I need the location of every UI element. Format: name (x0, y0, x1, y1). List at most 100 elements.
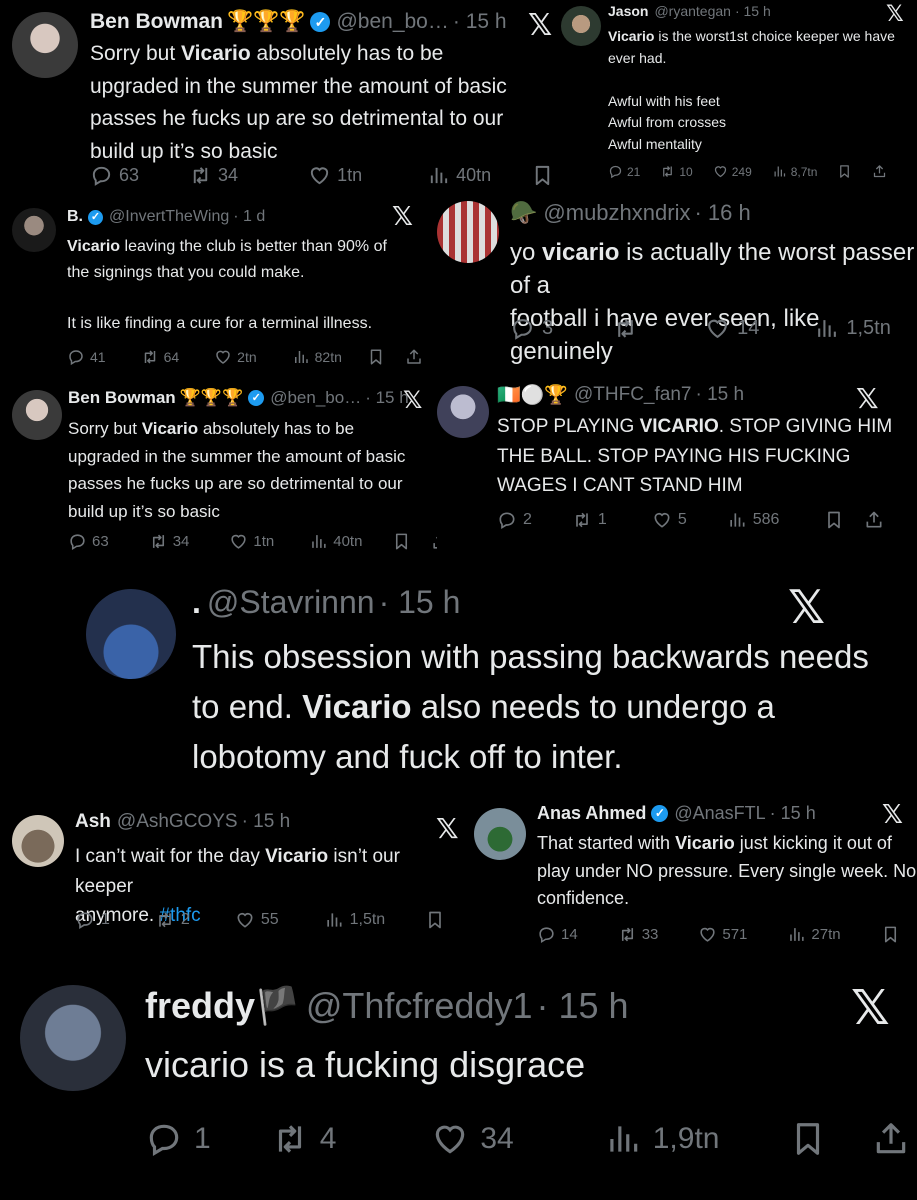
avatar[interactable] (437, 386, 489, 438)
timestamp[interactable]: · 15 h (695, 384, 744, 406)
avatar[interactable] (561, 6, 601, 46)
reply-button[interactable]: 41 (67, 348, 106, 366)
avatar[interactable] (437, 201, 499, 263)
reply-icon (497, 510, 517, 530)
repost-button[interactable]: 33 (618, 925, 658, 944)
display-name[interactable]: Ben Bowman (90, 10, 223, 34)
reposts-count: 4 (319, 1122, 337, 1155)
views-button[interactable]: 1,9tn (604, 1120, 719, 1158)
user-handle[interactable]: @ryantegan (654, 3, 730, 19)
share-button[interactable] (872, 164, 887, 179)
like-button[interactable]: 1tn (308, 164, 362, 187)
timestamp[interactable]: · 15 h (242, 811, 291, 833)
like-button[interactable]: 571 (698, 925, 747, 944)
bookmark-button[interactable] (824, 510, 844, 530)
repost-button[interactable]: 4 (271, 1120, 337, 1158)
user-handle[interactable]: @THFC_fan7 (574, 384, 692, 406)
avatar[interactable] (12, 390, 62, 440)
display-name[interactable]: Ben Bowman (68, 388, 176, 408)
like-button[interactable]: 5 (652, 510, 687, 530)
display-name[interactable]: freddy🏴 (145, 985, 300, 1027)
avatar[interactable] (12, 12, 78, 78)
bookmark-button[interactable] (425, 910, 445, 930)
timestamp[interactable]: · 15 h (735, 3, 771, 19)
tweet-text-line: vicario is a fucking disgrace (145, 1044, 586, 1085)
share-button[interactable] (405, 348, 423, 366)
user-handle[interactable]: @mubzhxndrix (543, 200, 690, 226)
tweet-text-line: upgraded in the summer the amount of bas… (90, 74, 507, 98)
reply-button[interactable]: 14 (537, 925, 578, 944)
views-button[interactable]: 82tn (292, 348, 342, 366)
timestamp[interactable]: · 15 h (537, 985, 629, 1027)
likes-count: 1tn (337, 165, 363, 185)
reply-button[interactable]: 21 (608, 164, 640, 179)
repost-button[interactable]: 34 (189, 164, 238, 187)
views-button[interactable]: 8,7tn (772, 164, 817, 179)
avatar[interactable] (474, 808, 526, 860)
repost-button[interactable]: 64 (141, 348, 179, 366)
like-button[interactable]: 1tn (229, 532, 274, 551)
repost-button[interactable]: 1 (572, 510, 607, 530)
bookmark-button[interactable] (881, 925, 900, 944)
bookmark-icon (881, 925, 900, 944)
user-handle[interactable]: @Thfcfreddy1 (306, 985, 533, 1027)
like-button[interactable]: 34 (431, 1120, 514, 1158)
views-button[interactable]: 27tn (787, 925, 841, 944)
user-handle[interactable]: @Stavrinnn (207, 584, 375, 621)
views-button[interactable]: 1,5tn (324, 910, 385, 930)
display-name[interactable]: 🇮🇪⚪🏆 (497, 383, 568, 407)
display-name[interactable]: Jason (608, 3, 648, 19)
timestamp[interactable]: · 15 h (453, 10, 507, 34)
user-handle[interactable]: @InvertTheWing (109, 208, 229, 226)
share-button[interactable] (864, 510, 884, 530)
like-button[interactable]: 249 (713, 164, 752, 179)
display-name[interactable]: B. (67, 208, 83, 226)
timestamp[interactable]: · 16 h (694, 200, 750, 226)
user-handle[interactable]: @ben_bo… (336, 10, 448, 34)
bookmark-button[interactable] (837, 164, 852, 179)
bookmark-button[interactable] (789, 1120, 827, 1158)
reply-icon (145, 1120, 183, 1158)
timestamp[interactable]: · 1 d (233, 208, 265, 226)
repost-button[interactable]: 10 (660, 164, 693, 179)
like-button[interactable]: 2tn (214, 348, 257, 366)
user-handle[interactable]: @ben_bo… (270, 388, 361, 408)
repost-button[interactable]: 34 (149, 532, 189, 551)
replies-count: 3 (542, 317, 554, 339)
tweet-text-line: Awful from crosses (608, 114, 726, 130)
views-button[interactable]: 40tn (427, 164, 491, 187)
display-name[interactable]: . (192, 584, 201, 621)
avatar[interactable] (12, 208, 56, 252)
bookmark-icon (531, 164, 554, 187)
avatar[interactable] (86, 589, 176, 679)
bookmark-button[interactable] (392, 532, 411, 551)
reply-button[interactable]: 63 (68, 532, 109, 551)
display-name[interactable]: 🪖 (510, 200, 537, 226)
display-name[interactable]: Ash (75, 811, 111, 833)
like-button[interactable]: 14 (705, 316, 759, 341)
reply-button[interactable]: 1 (145, 1120, 211, 1158)
reply-button[interactable]: 2 (497, 510, 532, 530)
share-button[interactable] (872, 1120, 910, 1158)
views-button[interactable]: 1,5tn (814, 316, 891, 341)
reply-button[interactable]: 1 (75, 910, 110, 930)
bookmark-button[interactable] (367, 348, 385, 366)
reply-button[interactable]: 63 (90, 164, 139, 187)
like-button[interactable]: 55 (235, 910, 279, 930)
repost-button[interactable] (613, 316, 645, 341)
user-handle[interactable]: @AnasFTL (674, 803, 765, 824)
display-name[interactable]: Anas Ahmed (537, 803, 646, 824)
tweet-actions: 63 34 1tn 40tn (68, 532, 437, 551)
bookmark-button[interactable] (531, 164, 554, 187)
repost-button[interactable]: 2 (155, 910, 190, 930)
avatar[interactable] (12, 815, 64, 867)
tweet-text-line: Awful with his feet (608, 92, 720, 109)
user-handle[interactable]: @AshGCOYS (117, 811, 238, 833)
reply-button[interactable]: 3 (510, 316, 553, 341)
views-button[interactable]: 586 (727, 510, 779, 530)
timestamp[interactable]: · 15 h (770, 803, 816, 824)
timestamp[interactable]: · 15 h (379, 584, 461, 621)
avatar[interactable] (20, 985, 126, 1091)
views-button[interactable]: 40tn (309, 532, 362, 551)
reply-icon (75, 910, 95, 930)
